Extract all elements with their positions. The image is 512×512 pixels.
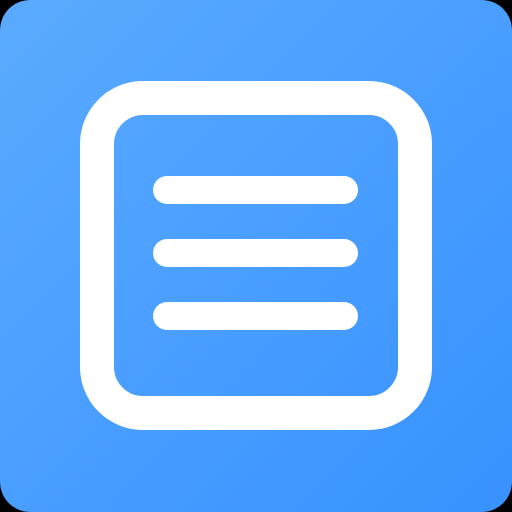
app-icon[interactable] (0, 0, 512, 512)
menu-list-icon (0, 0, 512, 512)
